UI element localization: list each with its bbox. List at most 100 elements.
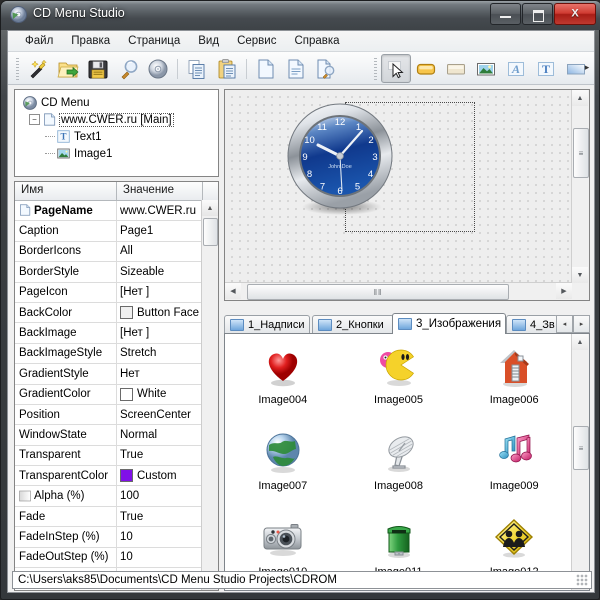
resize-grip-icon[interactable] <box>576 574 588 586</box>
toolbar-copy[interactable] <box>182 54 212 83</box>
toolbar-new-page[interactable] <box>251 54 281 83</box>
toolbar-paste[interactable] <box>212 54 242 83</box>
scrollbar-thumb[interactable]: ≡ <box>573 426 589 470</box>
gallery-item[interactable]: Image004 <box>225 340 341 426</box>
property-row[interactable]: PageIcon[Нет ] <box>15 283 218 303</box>
property-row[interactable]: CaptionPage1 <box>15 221 218 241</box>
title-bar[interactable]: CD Menu Studio X <box>1 1 600 30</box>
canvas-horizontal-scrollbar[interactable]: ◀ ‖‖ ▶ <box>225 282 572 300</box>
gallery-vertical-scrollbar[interactable]: ▲ ≡ ▼ <box>571 334 589 590</box>
tool-panel[interactable] <box>441 54 471 83</box>
property-row[interactable]: BackImageStyleStretch <box>15 344 218 364</box>
page-icon <box>19 204 32 217</box>
canvas-vertical-scrollbar[interactable]: ▲ ≡ ▼ <box>571 90 589 283</box>
gallery-item[interactable]: Image009 <box>456 426 572 512</box>
property-row[interactable]: BackImage[Нет ] <box>15 323 218 343</box>
toolbar-open[interactable] <box>53 54 83 83</box>
scroll-down-icon[interactable]: ▼ <box>572 267 588 283</box>
tree-node-text1[interactable]: T Text1 <box>21 128 218 145</box>
property-row[interactable]: FadeOutStep (%)10 <box>15 548 218 568</box>
gallery-item[interactable]: Image007 <box>225 426 341 512</box>
gallery-item[interactable]: Image005 <box>341 340 457 426</box>
property-row[interactable]: Alpha (%)100 <box>15 486 218 506</box>
property-row[interactable]: PageNamewww.CWER.ru <box>15 201 218 221</box>
tool-text[interactable]: T <box>531 54 561 83</box>
tab-scroll-next[interactable]: ▸ <box>573 315 590 333</box>
toolbar-wizard[interactable] <box>23 54 53 83</box>
property-row[interactable]: BorderIconsAll <box>15 242 218 262</box>
tab-scroll-prev[interactable]: ◂ <box>556 315 573 333</box>
toolbar-preview[interactable] <box>113 54 143 83</box>
property-value: ScreenCenter <box>120 409 191 421</box>
property-col-value[interactable]: Значение <box>117 182 203 200</box>
property-value: True <box>120 511 143 523</box>
property-row[interactable]: TransparentTrue <box>15 446 218 466</box>
property-row[interactable]: GradientStyleНет <box>15 364 218 384</box>
tool-select[interactable] <box>381 54 411 83</box>
gallery-item-caption: Image006 <box>490 394 539 406</box>
menu-service[interactable]: Сервис <box>228 33 285 49</box>
property-row[interactable]: GradientColorWhite <box>15 385 218 405</box>
scrollbar-thumb[interactable] <box>203 218 218 246</box>
image-gallery-panel: Image004Image005 Image006 Image007Image008… <box>224 333 590 591</box>
clock-image-object[interactable]: 12 1 2 3 4 5 6 7 8 9 10 11 <box>280 99 400 219</box>
tab-label: 2_Кнопки <box>336 319 384 331</box>
tool-label[interactable]: A <box>501 54 531 83</box>
property-grid-rows[interactable]: PageNamewww.CWER.ruCaptionPage1BorderIco… <box>15 201 218 591</box>
tree-node-main-page[interactable]: − www.CWER.ru [Main] <box>21 111 218 128</box>
menu-view[interactable]: Вид <box>189 33 228 49</box>
tree-node-image1[interactable]: Image1 <box>21 145 218 162</box>
toolbar-separator <box>177 59 178 79</box>
tree-node-cd-menu[interactable]: CD Menu <box>21 94 218 111</box>
menu-file[interactable]: Файл <box>16 33 62 49</box>
scroll-right-icon[interactable]: ▶ <box>556 283 572 299</box>
toolbar-save[interactable] <box>83 54 113 83</box>
tab-2-knopki[interactable]: 2_Кнопки <box>312 315 394 333</box>
edit-page-icon <box>285 58 307 80</box>
tab-1-nadpisi[interactable]: 1_Надписи <box>224 315 310 333</box>
property-row[interactable]: FadeTrue <box>15 507 218 527</box>
scroll-left-icon[interactable]: ◀ <box>225 283 241 299</box>
property-grid-scrollbar[interactable]: ▲ ▼ <box>201 200 218 590</box>
menu-help[interactable]: Справка <box>285 33 348 49</box>
scroll-up-icon[interactable]: ▲ <box>202 200 218 216</box>
tree-expander-icon[interactable]: − <box>29 114 40 125</box>
property-name: FadeInStep (%) <box>19 531 100 543</box>
image-gallery-grid[interactable]: Image004Image005 Image006 Image007Image008… <box>225 334 572 590</box>
maximize-button[interactable] <box>522 3 553 25</box>
property-row[interactable]: PositionScreenCenter <box>15 405 218 425</box>
svg-text:10: 10 <box>304 135 315 146</box>
menu-page[interactable]: Страница <box>119 33 189 49</box>
property-row[interactable]: BorderStyleSizeable <box>15 262 218 282</box>
color-swatch[interactable] <box>120 469 133 482</box>
property-row[interactable]: FadeInStep (%)10 <box>15 527 218 547</box>
tool-image[interactable] <box>471 54 501 83</box>
color-swatch[interactable] <box>120 388 133 401</box>
menu-edit[interactable]: Правка <box>62 33 119 49</box>
toolbar-grip-icon[interactable] <box>16 58 19 80</box>
gallery-item[interactable]: Image008 <box>341 426 457 512</box>
property-col-name[interactable]: Имя <box>15 182 117 200</box>
gallery-item[interactable]: Image006 <box>456 340 572 426</box>
property-row[interactable]: WindowStateNormal <box>15 425 218 445</box>
toolbar-burn[interactable] <box>143 54 173 83</box>
minimize-button[interactable] <box>490 3 521 25</box>
toolbar-overflow-button[interactable]: ▸ <box>582 60 592 74</box>
tab-4-zvuki[interactable]: 4_Зв <box>506 315 558 333</box>
design-canvas[interactable]: 12 1 2 3 4 5 6 7 8 9 10 11 <box>225 90 572 283</box>
toolbar-edit-page[interactable] <box>281 54 311 83</box>
tool-button[interactable] <box>411 54 441 83</box>
property-row[interactable]: BackColorButton Face <box>15 303 218 323</box>
label-a-icon: A <box>505 58 527 80</box>
property-row[interactable]: TransparentColorCustom <box>15 466 218 486</box>
scrollbar-thumb[interactable]: ≡ <box>573 128 589 178</box>
color-swatch[interactable] <box>120 306 133 319</box>
scroll-up-icon[interactable]: ▲ <box>572 90 588 106</box>
close-button[interactable]: X <box>554 3 596 25</box>
scroll-up-icon[interactable]: ▲ <box>572 334 588 350</box>
toolbar-find-page[interactable] <box>311 54 341 83</box>
scrollbar-thumb[interactable]: ‖‖ <box>247 284 509 300</box>
tab-3-izobrazheniya[interactable]: 3_Изображения <box>392 313 506 334</box>
toolbar-grip-icon[interactable] <box>374 58 377 80</box>
page-icon <box>43 113 56 126</box>
